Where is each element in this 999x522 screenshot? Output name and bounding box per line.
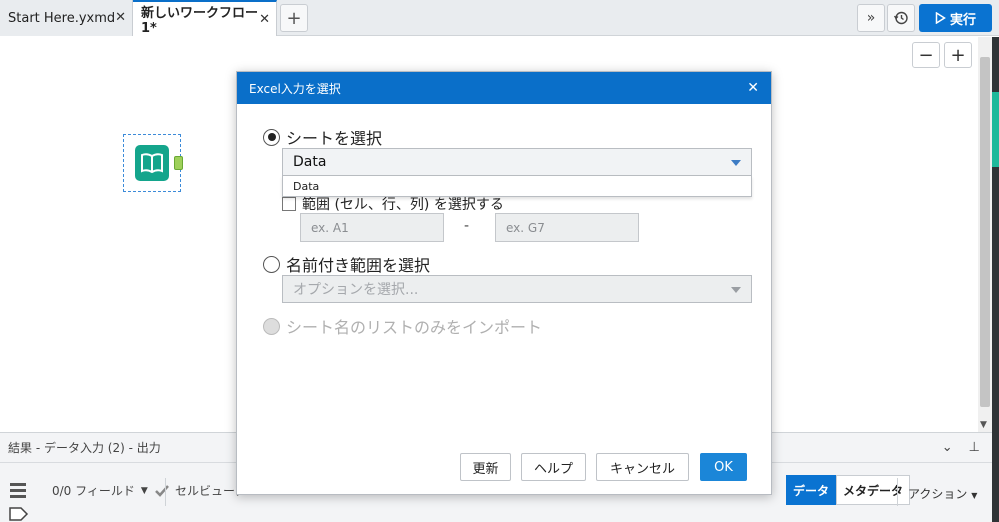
vertical-scrollbar[interactable]: ▼	[978, 37, 992, 432]
field-count: 0/0 フィールド	[52, 484, 135, 498]
range-from-input[interactable]: ex. A1	[300, 213, 444, 242]
caret-down-icon	[731, 160, 741, 166]
sheet-option[interactable]: Data	[293, 180, 319, 193]
tab-label: Start Here.yxmd	[8, 10, 116, 26]
divider	[165, 478, 166, 506]
named-range-placeholder: オプションを選択...	[293, 282, 419, 298]
results-side-rail	[4, 468, 36, 522]
history-icon	[893, 11, 908, 25]
chevron-down-icon[interactable]: ⌄	[942, 440, 953, 455]
scroll-down-icon[interactable]: ▼	[980, 420, 987, 430]
divider	[897, 478, 898, 506]
close-icon[interactable]: ✕	[259, 12, 270, 27]
radio-label: 名前付き範囲を選択	[286, 256, 431, 275]
radio-select-sheet[interactable]: シートを選択	[263, 125, 382, 149]
ok-button[interactable]: OK	[700, 453, 747, 481]
sheet-dropdown-list: Data	[282, 176, 752, 197]
tab-new-workflow[interactable]: 新しいワークフロー1* ✕	[133, 0, 277, 36]
radio-button[interactable]	[263, 255, 280, 273]
actions-label: アクション	[908, 487, 968, 501]
radio-sheet-names-only[interactable]: シート名のリストのみをインポート	[263, 314, 542, 338]
book-icon	[135, 145, 169, 181]
edge-accent	[992, 92, 999, 167]
caret-down-icon	[731, 287, 741, 293]
tab-metadata[interactable]: メタデータ	[836, 475, 911, 505]
radio-button[interactable]	[263, 317, 280, 335]
chevron-down-icon: ▼	[971, 491, 978, 500]
tag-icon[interactable]	[8, 506, 30, 522]
radio-button[interactable]	[263, 128, 280, 146]
range-to-placeholder: ex. G7	[506, 220, 545, 235]
scrollbar-thumb[interactable]	[980, 57, 990, 407]
list-icon[interactable]	[8, 480, 30, 500]
excel-input-dialog: Excel入力を選択 ✕ シートを選択 Data 範囲 (セル、行、列) を選択…	[236, 71, 772, 495]
expand-button[interactable]: »	[857, 4, 885, 32]
history-button[interactable]	[887, 4, 915, 32]
pin-icon[interactable]: ⊥	[969, 440, 980, 455]
range-from-placeholder: ex. A1	[311, 220, 349, 235]
sheet-select-value: Data	[293, 154, 327, 170]
range-label: 範囲 (セル、行、列) を選択する	[302, 197, 504, 213]
radio-named-range[interactable]: 名前付き範囲を選択	[263, 252, 430, 276]
actions-menu[interactable]: アクション ▼	[908, 485, 977, 502]
radio-label: シートを選択	[286, 129, 383, 148]
help-button[interactable]: ヘルプ	[521, 453, 586, 481]
cancel-button[interactable]: キャンセル	[596, 453, 689, 481]
tab-bar: Start Here.yxmd ✕ 新しいワークフロー1* ✕ + » 実行	[0, 0, 999, 36]
checkbox[interactable]	[282, 197, 296, 211]
results-title: 結果 - データ入力 (2) - 出力	[8, 441, 161, 455]
input-data-tool[interactable]	[123, 134, 183, 192]
view-toggle: データ メタデータ	[786, 475, 911, 505]
named-range-select[interactable]: オプションを選択...	[282, 275, 752, 303]
field-selector[interactable]: 0/0 フィールド ▼	[52, 482, 170, 499]
window-edge	[992, 37, 999, 522]
zoom-in-button[interactable]: +	[944, 42, 972, 68]
close-icon[interactable]: ✕	[747, 80, 759, 96]
play-icon	[935, 12, 946, 24]
range-to-input[interactable]: ex. G7	[495, 213, 639, 242]
run-label: 実行	[949, 12, 976, 28]
run-button[interactable]: 実行	[919, 4, 992, 32]
tab-data[interactable]: データ	[786, 475, 837, 505]
tab-start-here[interactable]: Start Here.yxmd ✕	[0, 0, 133, 36]
zoom-out-button[interactable]: −	[912, 42, 940, 68]
tab-label: 新しいワークフロー1*	[141, 6, 259, 36]
range-checkbox-row[interactable]: 範囲 (セル、行、列) を選択する	[282, 194, 504, 214]
output-anchor[interactable]	[174, 156, 183, 170]
refresh-button[interactable]: 更新	[460, 453, 511, 481]
sheet-select[interactable]: Data	[282, 148, 752, 176]
range-dash: -	[464, 218, 470, 234]
dialog-header: Excel入力を選択 ✕	[237, 72, 771, 104]
dialog-title: Excel入力を選択	[249, 81, 341, 96]
radio-label: シート名のリストのみをインポート	[286, 318, 543, 337]
chevron-down-icon: ▼	[140, 485, 148, 496]
close-icon[interactable]: ✕	[115, 10, 126, 25]
add-tab-button[interactable]: +	[280, 4, 308, 32]
check-icon[interactable]	[154, 484, 170, 498]
